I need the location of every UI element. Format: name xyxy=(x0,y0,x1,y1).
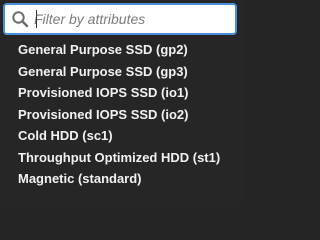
option-sc1[interactable]: Cold HDD (sc1) xyxy=(0,125,244,147)
filter-input[interactable] xyxy=(34,8,230,30)
option-io2[interactable]: Provisioned IOPS SSD (io2) xyxy=(0,104,244,126)
option-st1[interactable]: Throughput Optimized HDD (st1) xyxy=(0,147,244,169)
option-io1[interactable]: Provisioned IOPS SSD (io1) xyxy=(0,82,244,104)
volume-type-dropdown: General Purpose SSD (gp2) General Purpos… xyxy=(0,0,244,204)
filter-box[interactable] xyxy=(3,3,237,35)
search-icon xyxy=(9,8,31,30)
text-cursor xyxy=(36,10,37,28)
option-gp2[interactable]: General Purpose SSD (gp2) xyxy=(0,39,244,61)
option-list: General Purpose SSD (gp2) General Purpos… xyxy=(0,39,244,190)
option-standard[interactable]: Magnetic (standard) xyxy=(0,168,244,190)
option-gp3[interactable]: General Purpose SSD (gp3) xyxy=(0,61,244,83)
